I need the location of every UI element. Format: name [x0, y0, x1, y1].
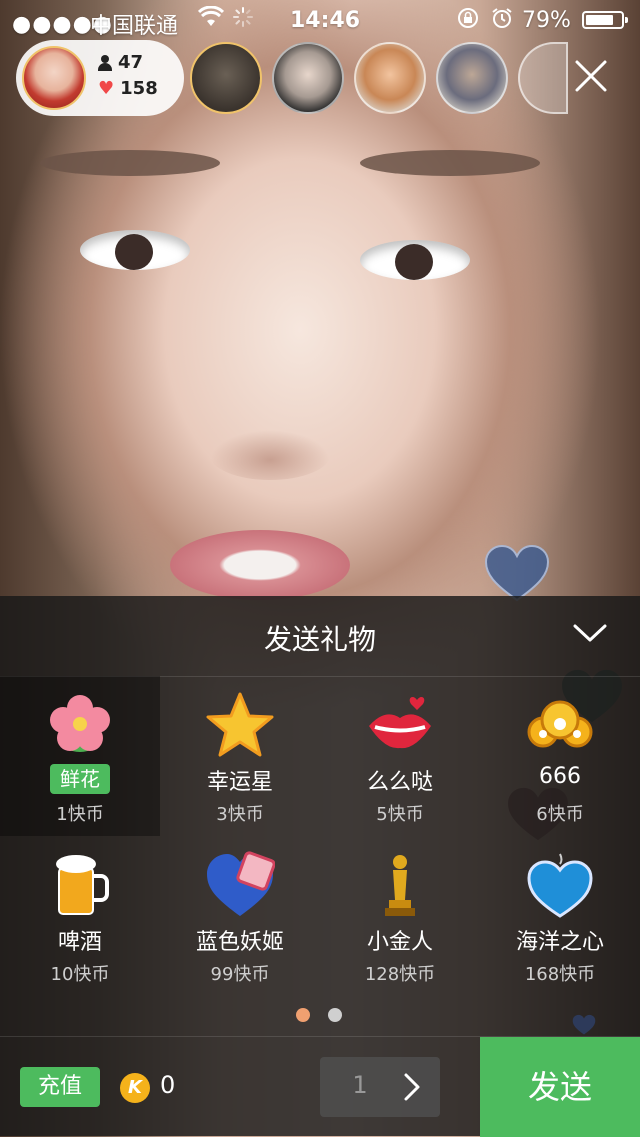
heart-icon: ♥	[98, 78, 115, 99]
gift-panel-title: 发送礼物	[263, 623, 376, 656]
gift-panel: 发送礼物 鲜花 1快币 幸运星 3快币 么么哒 5快币 666 6快币啤酒 10快币 蓝色妖姬 99…	[0, 596, 640, 1137]
viewer-count-value: 47	[118, 52, 144, 73]
quantity-value: 1	[352, 1071, 368, 1099]
viewer-avatar[interactable]	[436, 42, 508, 114]
gift-item[interactable]: 666 6快币	[480, 676, 640, 836]
wifi-icon	[197, 5, 225, 34]
gift-item[interactable]: 鲜花 1快币	[0, 676, 160, 836]
coin-balance: 0	[160, 1071, 176, 1099]
gift-price: 3快币	[216, 804, 264, 825]
like-count: ♥ 158	[98, 78, 158, 99]
gift-item[interactable]: 小金人 128快币	[320, 836, 480, 996]
gift-price: 128快币	[364, 964, 436, 985]
gift-item[interactable]: 啤酒 10快币	[0, 836, 160, 996]
viewer-avatar[interactable]	[190, 42, 262, 114]
page-dot[interactable]	[328, 1008, 342, 1022]
close-button[interactable]	[566, 52, 616, 102]
viewer-avatar[interactable]	[354, 42, 426, 114]
gift-item[interactable]: 幸运星 3快币	[160, 676, 320, 836]
gift-name: 海洋之心	[515, 930, 604, 955]
activity-spinner-icon	[232, 6, 254, 34]
gift-price: 168快币	[524, 964, 596, 985]
viewer-avatar[interactable]	[272, 42, 344, 114]
gift-name: 幸运星	[206, 770, 273, 795]
gift-price: 99快币	[210, 964, 270, 985]
viewer-avatar[interactable]	[518, 42, 568, 114]
chevron-right-icon[interactable]	[400, 1071, 440, 1103]
send-button[interactable]: 发送	[480, 1037, 640, 1137]
recharge-button[interactable]: 充值	[20, 1067, 100, 1107]
face-eyebrow-right	[360, 150, 540, 176]
gift-name: 鲜花	[50, 764, 110, 794]
alarm-icon	[490, 6, 514, 36]
send-bar: 充值 K 0 1 发送	[0, 1036, 640, 1137]
floating-heart-icon	[572, 1014, 596, 1035]
floating-heart-icon	[484, 544, 550, 602]
coin-icon: K	[120, 1073, 150, 1103]
viewer-count: 47	[98, 52, 143, 73]
host-avatar[interactable]	[22, 46, 86, 110]
carrier-name: 中国联通	[90, 14, 179, 39]
battery-level-fill	[586, 15, 613, 25]
gift-panel-header: 发送礼物	[0, 596, 640, 677]
battery-icon	[582, 11, 628, 29]
star-icon	[205, 690, 275, 760]
gift-item[interactable]: 么么哒 5快币	[320, 676, 480, 836]
face-eye-left	[80, 230, 190, 270]
like-count-value: 158	[120, 78, 158, 99]
gift-item[interactable]: 蓝色妖姬 99快币	[160, 836, 320, 996]
666-icon	[525, 690, 595, 760]
person-icon	[98, 54, 112, 71]
gift-price: 6快币	[536, 804, 584, 825]
kiss-icon	[365, 690, 435, 760]
face-eye-right	[360, 240, 470, 280]
face-nose	[210, 430, 330, 480]
blue-rose-box-icon	[205, 850, 276, 920]
rotation-lock-icon	[456, 6, 480, 36]
status-bar: ●●●●● 中国联通 14:46 79%	[0, 0, 640, 40]
page-dot-active[interactable]	[296, 1008, 310, 1022]
gift-grid: 鲜花 1快币 幸运星 3快币 么么哒 5快币 666 6快币啤酒 10快币 蓝色妖姬 99快币 小金人…	[0, 676, 640, 996]
flower-icon	[45, 690, 115, 760]
page-indicator	[0, 1008, 640, 1022]
gift-price: 10快币	[50, 964, 110, 985]
face-lips	[170, 530, 350, 600]
face-eyebrow-left	[40, 150, 220, 176]
host-info-card[interactable]: 47 ♥ 158	[16, 40, 184, 116]
quantity-selector[interactable]: 1	[320, 1057, 440, 1117]
gift-name: 么么哒	[366, 770, 433, 795]
heart-of-ocean-icon	[525, 850, 595, 920]
clock: 14:46	[290, 8, 361, 33]
battery-percent: 79%	[522, 8, 571, 33]
gift-price: 5快币	[376, 804, 424, 825]
beer-icon	[45, 850, 115, 920]
gift-name: 小金人	[366, 930, 433, 955]
collapse-chevron-down-icon[interactable]	[572, 620, 607, 650]
gift-price: 1快币	[56, 804, 104, 825]
oscar-statue-icon	[365, 850, 435, 920]
gift-item[interactable]: 海洋之心 168快币	[480, 836, 640, 996]
gift-name: 啤酒	[57, 930, 102, 955]
gift-name: 666	[539, 764, 581, 789]
gift-name: 蓝色妖姬	[195, 930, 284, 955]
